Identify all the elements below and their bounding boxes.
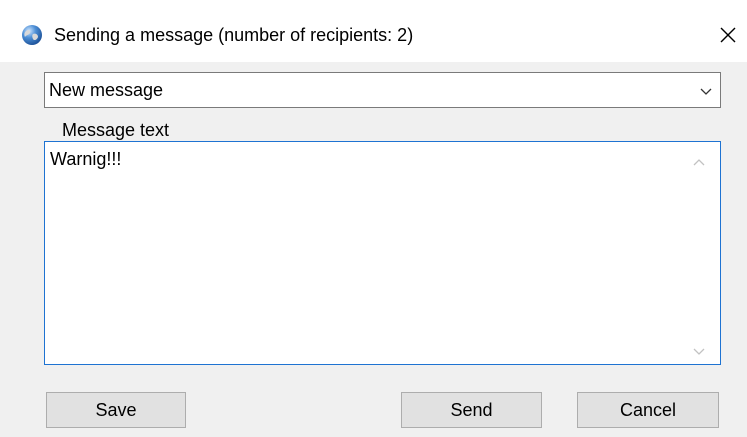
globe-icon: [21, 24, 43, 46]
cancel-button[interactable]: Cancel: [577, 392, 719, 428]
scroll-down-arrow-icon[interactable]: [692, 344, 706, 355]
scroll-up-arrow-icon[interactable]: [692, 154, 706, 166]
selected-template: New message: [49, 80, 164, 100]
message-textarea[interactable]: Warnig!!!: [44, 141, 721, 365]
send-message-dialog: Sending a message (number of recipients:…: [0, 0, 747, 437]
close-icon[interactable]: [714, 21, 742, 49]
message-template-select[interactable]: New message: [44, 72, 721, 108]
save-button[interactable]: Save: [46, 392, 186, 428]
message-text-value: Warnig!!!: [50, 149, 122, 169]
title-bar: Sending a message (number of recipients:…: [0, 0, 747, 62]
chevron-down-icon[interactable]: [698, 85, 714, 97]
message-text-label: Message text: [62, 120, 170, 140]
send-button[interactable]: Send: [401, 392, 542, 428]
window-title: Sending a message (number of recipients:…: [54, 25, 414, 45]
